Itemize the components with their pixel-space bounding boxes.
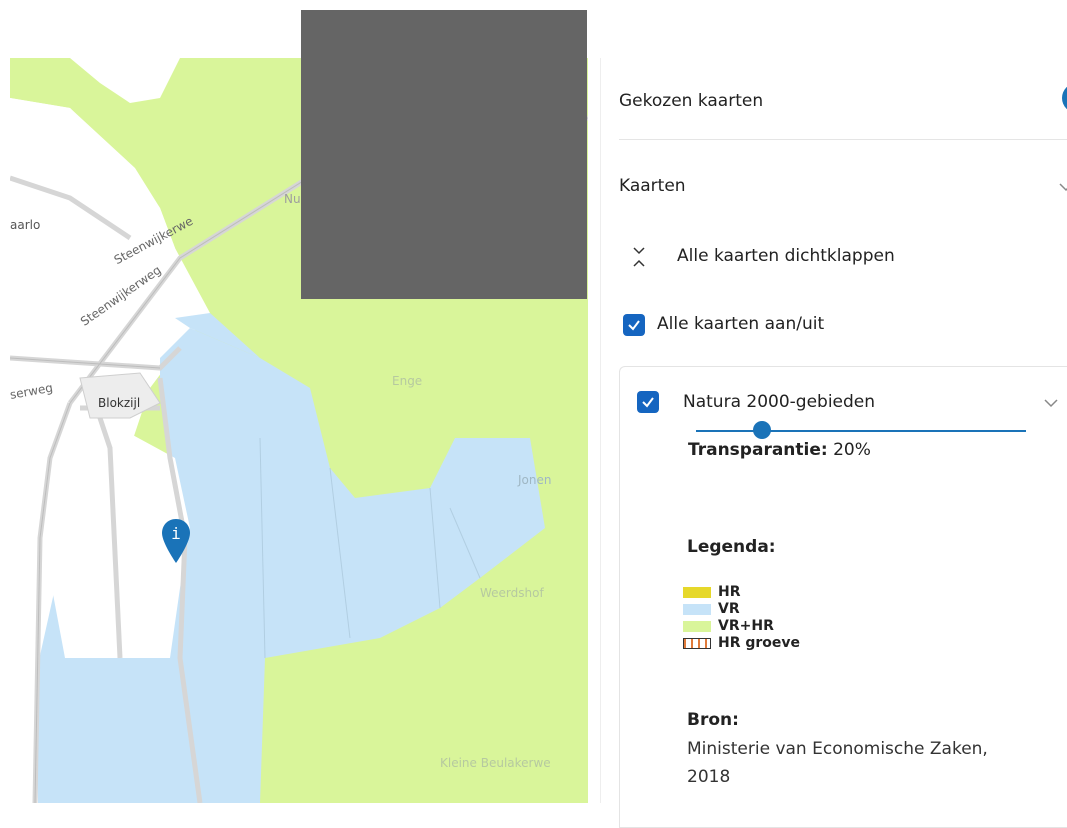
svg-text:i: i bbox=[171, 524, 181, 543]
legend-title: Legenda: bbox=[687, 537, 776, 557]
source-text-line1: Ministerie van Economische Zaken, bbox=[687, 739, 988, 759]
town-label: Blokzijl bbox=[98, 396, 141, 410]
maps-section-toggle[interactable]: Kaarten bbox=[619, 176, 686, 196]
legend-swatch bbox=[683, 621, 711, 632]
layer-checkbox[interactable] bbox=[637, 391, 659, 413]
legend-label: VR bbox=[718, 601, 740, 617]
help-button[interactable] bbox=[1062, 83, 1067, 113]
transparency-label: Transparantie: bbox=[688, 440, 828, 460]
layer-expand-chevron-icon[interactable] bbox=[1044, 398, 1058, 408]
toggle-all-label: Alle kaarten aan/uit bbox=[657, 314, 825, 334]
source-text-line2: 2018 bbox=[687, 767, 731, 787]
area-label-enge: Enge bbox=[392, 374, 423, 388]
source-title: Bron: bbox=[687, 710, 739, 730]
area-label-hof: Weerdshof bbox=[480, 586, 544, 600]
transparency-slider-thumb[interactable] bbox=[753, 421, 771, 439]
chevron-down-icon[interactable] bbox=[1059, 182, 1067, 192]
info-marker-icon[interactable]: i bbox=[160, 517, 192, 565]
transparency-row: Transparantie: 20% bbox=[688, 440, 871, 460]
layer-name: Natura 2000-gebieden bbox=[683, 392, 876, 412]
transparency-value: 20% bbox=[833, 440, 871, 460]
divider bbox=[619, 139, 1067, 140]
chosen-maps-title: Gekozen kaarten bbox=[619, 91, 764, 111]
transparency-slider-track[interactable] bbox=[696, 430, 1026, 432]
area-label-jonen: Jonen bbox=[518, 473, 552, 487]
legend-swatch bbox=[683, 638, 711, 649]
redacted-overlay bbox=[301, 10, 587, 299]
legend-swatch bbox=[683, 587, 711, 598]
area-label-n: Nu bbox=[284, 192, 301, 206]
area-label-kleine: Kleine Beulakerwe bbox=[440, 756, 551, 770]
legend-label: HR bbox=[718, 584, 741, 600]
toggle-all-checkbox[interactable] bbox=[623, 314, 645, 336]
legend-label: VR+HR bbox=[718, 618, 774, 634]
collapse-all-button[interactable]: Alle kaarten dichtklappen bbox=[677, 246, 895, 266]
legend-label: HR groeve bbox=[718, 635, 801, 651]
collapse-all-icon[interactable] bbox=[631, 246, 647, 268]
place-label-left: aarlo bbox=[10, 218, 41, 232]
legend-swatch bbox=[683, 604, 711, 615]
